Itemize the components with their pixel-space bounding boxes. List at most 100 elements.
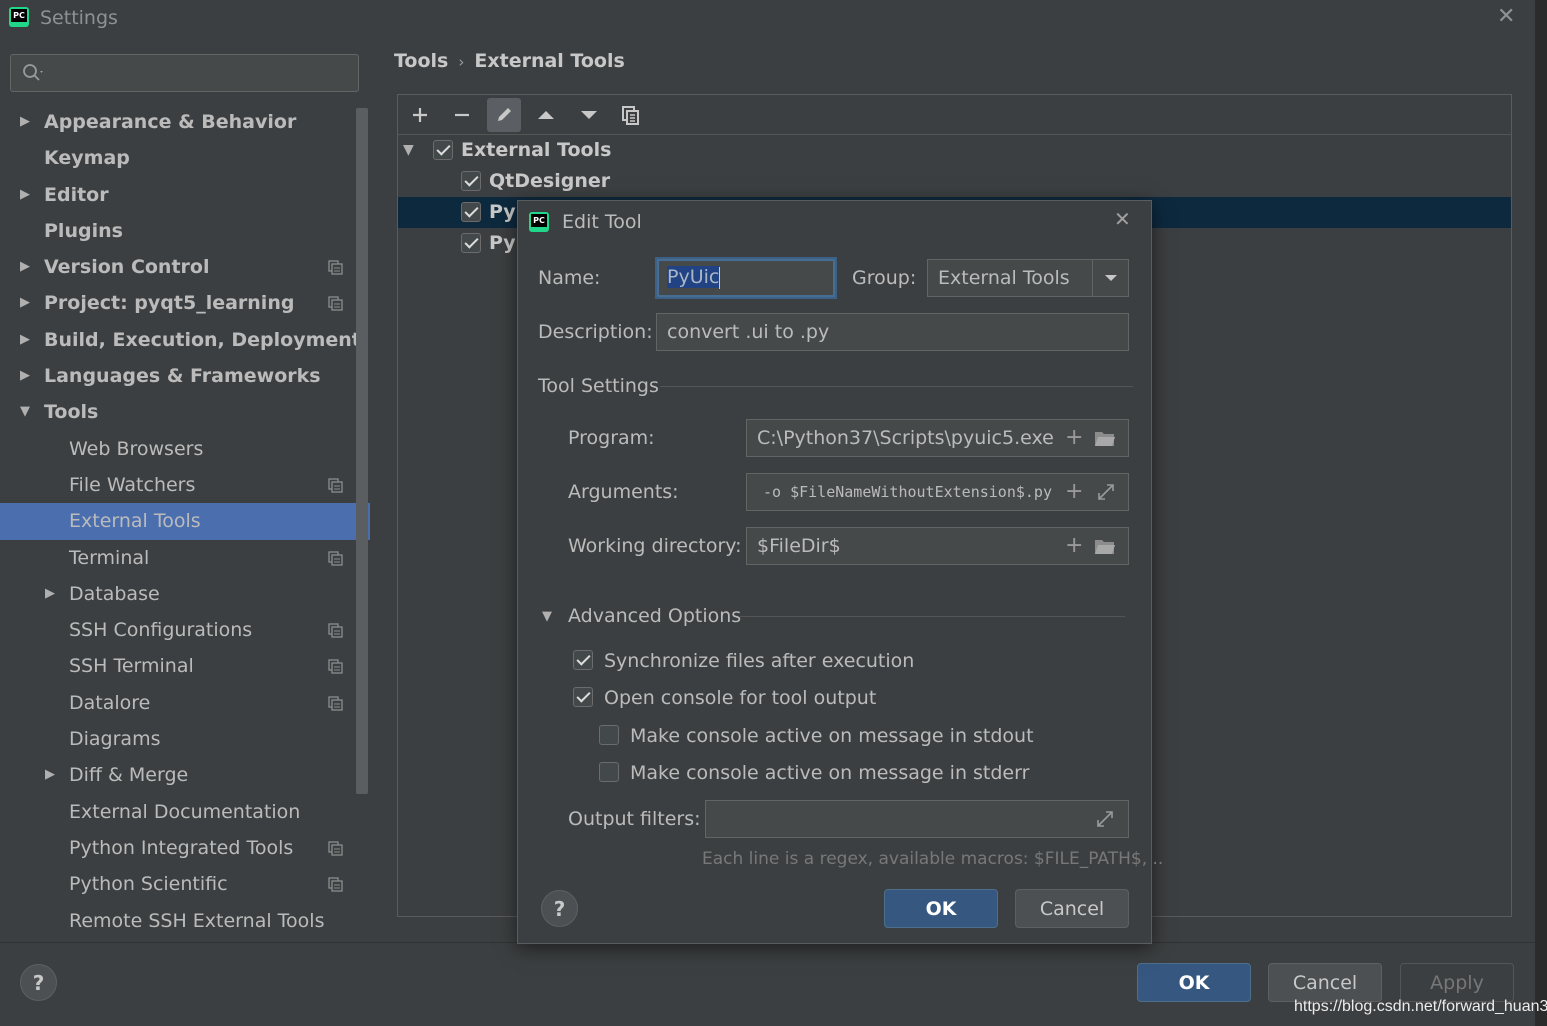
working-directory-field[interactable]: $FileDir$ + [746,527,1129,565]
section-divider [740,616,1125,617]
folder-icon[interactable] [1094,536,1116,556]
sidebar-item-label: Python Scientific [69,873,228,896]
folder-icon[interactable] [1094,428,1116,448]
project-scope-icon [328,550,343,566]
sidebar-item[interactable]: ▶ Build, Execution, Deployment [0,322,361,358]
window-edge [1535,0,1547,1026]
sidebar-item[interactable]: ▶ Diff & Merge [0,757,356,793]
sidebar-item[interactable]: SSH Terminal [0,648,356,684]
move-up-button[interactable] [529,98,563,132]
tree-item-label: QtDesigner [489,170,611,192]
chevron-down-icon[interactable] [1092,260,1128,296]
move-down-button[interactable] [572,98,606,132]
close-icon[interactable]: ✕ [1497,4,1515,29]
search-icon [23,64,43,81]
open-console-checkbox[interactable] [573,687,593,707]
stderr-checkbox[interactable] [599,762,619,782]
stdout-checkbox[interactable] [599,725,619,745]
insert-macro-icon[interactable]: + [1065,427,1083,449]
close-icon[interactable]: ✕ [1114,207,1131,231]
sidebar-item-label: Project: pyqt5_learning [44,292,295,315]
sidebar-item[interactable]: Web Browsers [0,431,356,467]
sidebar-item[interactable]: ▶ Editor [0,177,356,213]
collapse-arrow-icon[interactable]: ▶ [45,757,55,793]
working-directory-value: $FileDir$ [757,535,841,557]
edit-button[interactable] [487,98,521,132]
program-field[interactable]: C:\Python37\Scripts\pyuic5.exe + [746,419,1129,457]
expand-icon[interactable] [1094,809,1116,829]
help-button[interactable]: ? [541,890,578,927]
sidebar-item[interactable]: Datalore [0,685,356,721]
sidebar-item[interactable]: Remote SSH External Tools [0,903,356,939]
description-field[interactable]: convert .ui to .py [656,313,1129,351]
sidebar-item-label: File Watchers [69,473,196,496]
sync-files-checkbox[interactable] [573,650,593,670]
advanced-options-header[interactable]: Advanced Options [568,605,741,627]
sidebar-item[interactable]: Terminal [0,540,356,576]
collapse-arrow-icon[interactable]: ▶ [20,285,30,321]
settings-tree: ▶ Appearance & Behavior Keymap ▶ Editor Plugi… [0,104,370,939]
sidebar-item-label: External Tools [69,510,201,533]
sidebar-item[interactable]: ▶ Version Control [0,249,356,285]
sidebar-item[interactable]: External Documentation [0,794,356,830]
sidebar-item[interactable]: External Tools [0,503,370,540]
edit-icon [498,108,511,121]
sidebar-item[interactable]: ▶ Languages & Frameworks [0,358,356,394]
expand-arrow-icon[interactable]: ▼ [403,135,414,166]
collapse-arrow-icon[interactable]: ▶ [20,249,30,285]
sidebar-scrollbar[interactable] [356,108,368,794]
help-button[interactable]: ? [20,964,57,1001]
copy-button[interactable] [614,98,648,132]
sidebar-item[interactable]: ▼ Tools [0,394,356,430]
tool-checkbox[interactable] [461,233,481,253]
ok-button[interactable]: OK [884,889,998,928]
breadcrumb-parent[interactable]: Tools [394,50,448,72]
output-filters-field[interactable] [705,800,1129,838]
sidebar-item-label: Editor [44,183,109,206]
collapse-arrow-icon[interactable]: ▶ [45,576,55,612]
apply-button[interactable]: Apply [1400,963,1514,1002]
program-value: C:\Python37\Scripts\pyuic5.exe [757,427,1054,449]
name-value: PyUic [667,266,720,288]
edit-tool-dialog: Edit Tool ✕ Name: PyUic Group: External … [517,200,1163,944]
sidebar-item-label: Appearance & Behavior [44,111,297,133]
tool-checkbox[interactable] [461,171,481,191]
name-field[interactable]: PyUic [655,257,837,299]
sidebar-item[interactable]: Keymap [0,140,356,176]
remove-button[interactable] [445,98,479,132]
sidebar-item-label: SSH Terminal [69,655,194,678]
sidebar-item[interactable]: ▶ Appearance & Behavior [0,104,356,140]
insert-macro-icon[interactable]: + [1065,535,1083,557]
collapse-arrow-icon[interactable]: ▶ [20,104,30,140]
cancel-button[interactable]: Cancel [1015,889,1129,928]
group-checkbox[interactable] [433,140,453,160]
settings-sidebar: ▶ Appearance & Behavior Keymap ▶ Editor Plugi… [0,38,370,942]
expand-arrow-icon[interactable]: ▼ [20,394,30,430]
sidebar-item[interactable]: Plugins [0,213,356,249]
sidebar-item[interactable]: Diagrams [0,721,356,757]
add-button[interactable] [403,98,437,132]
settings-search-input[interactable] [10,54,359,92]
ok-button[interactable]: OK [1137,963,1251,1002]
sidebar-item[interactable]: SSH Configurations [0,612,356,648]
project-scope-icon [328,478,343,493]
collapse-arrow-icon[interactable]: ▶ [20,322,30,358]
sidebar-item[interactable]: File Watchers [0,467,356,503]
group-combobox[interactable]: External Tools [927,259,1129,297]
sidebar-item-label: Python Integrated Tools [69,836,294,859]
collapse-arrow-icon[interactable]: ▶ [20,177,30,213]
sidebar-item[interactable]: ▶ Database [0,576,356,612]
expand-icon[interactable] [1095,482,1117,502]
sidebar-item-label: Tools [44,401,99,424]
tree-item-row[interactable]: QtDesigner [398,166,1511,197]
tool-checkbox[interactable] [461,202,481,222]
arguments-field[interactable]: -o $FileNameWithoutExtension$.py + [746,473,1129,511]
insert-macro-icon[interactable]: + [1065,481,1083,503]
sidebar-item[interactable]: ▶ Project: pyqt5_learning [0,285,356,321]
tree-group-row[interactable]: ▼ External Tools [398,135,1511,166]
collapse-arrow-icon[interactable]: ▶ [20,358,30,394]
cancel-button[interactable]: Cancel [1268,963,1382,1002]
sidebar-item[interactable]: Python Integrated Tools [0,830,356,866]
collapse-arrow-icon[interactable]: ▼ [542,609,552,624]
sidebar-item[interactable]: Python Scientific [0,866,356,902]
